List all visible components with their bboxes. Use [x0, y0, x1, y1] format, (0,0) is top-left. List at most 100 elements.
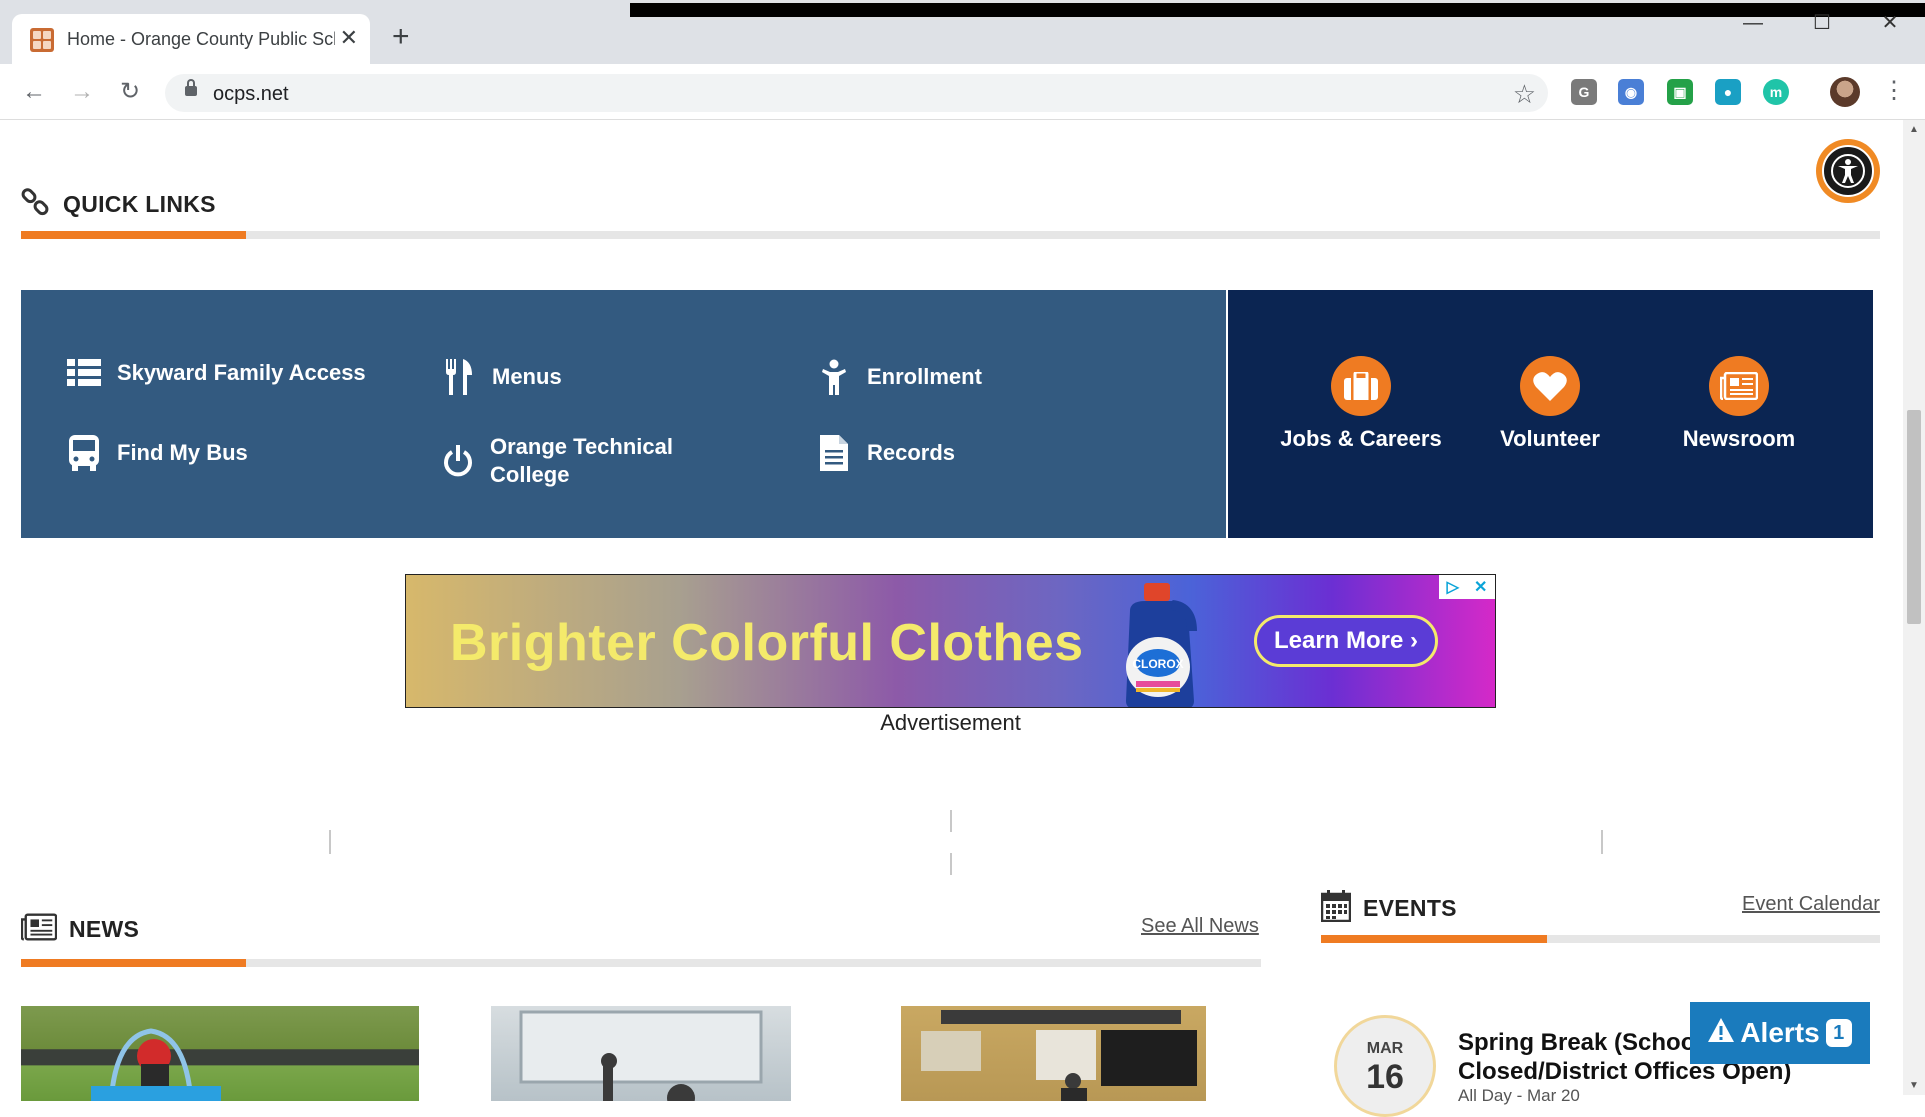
- alerts-button[interactable]: Alerts 1: [1690, 1002, 1870, 1064]
- quick-link-label: Records: [867, 440, 956, 465]
- featured-link-label: Volunteer: [1500, 426, 1600, 451]
- profile-avatar[interactable]: [1830, 77, 1860, 107]
- quick-links-rule: [21, 231, 1880, 239]
- camera-ext-icon[interactable]: ◉: [1618, 79, 1644, 105]
- quick-link-find-my-bus[interactable]: Find My Bus: [67, 435, 248, 471]
- event-date-badge: MAR 16: [1334, 1015, 1436, 1117]
- child-icon: [817, 359, 851, 395]
- chain-link-icon: [21, 187, 51, 222]
- news-card-image[interactable]: [491, 1006, 791, 1101]
- newsroom-link[interactable]: Newsroom: [1654, 356, 1824, 453]
- tab-title: Home - Orange County Public Schools: [67, 29, 335, 49]
- accessibility-icon: [1822, 145, 1874, 197]
- screen-ext-icon[interactable]: ▣: [1667, 79, 1693, 105]
- ext-label: ▣: [1673, 84, 1687, 100]
- heart-icon: [1520, 356, 1580, 416]
- news-rule: [21, 959, 1261, 967]
- maximize-button[interactable]: ☐: [1802, 8, 1842, 38]
- briefcase-icon: [1331, 356, 1391, 416]
- ext-label: ●: [1723, 84, 1733, 100]
- quick-link-label: Find My Bus: [117, 440, 248, 465]
- lock-icon: [185, 79, 197, 96]
- utensils-icon: [442, 359, 476, 395]
- url-text: ocps.net: [213, 83, 289, 105]
- divider: [950, 810, 952, 832]
- newspaper-icon: [1709, 356, 1769, 416]
- warning-icon: [1708, 1017, 1735, 1049]
- ad-label: Advertisement: [880, 710, 1021, 735]
- events-heading: EVENTS: [1320, 890, 1457, 927]
- quick-link-label: Menus: [492, 364, 562, 389]
- close-tab-icon[interactable]: ✕: [340, 25, 358, 51]
- see-all-news-link[interactable]: See All News: [1141, 915, 1259, 938]
- featured-link-label: Newsroom: [1682, 426, 1796, 451]
- section-title: EVENTS: [1363, 895, 1457, 921]
- page-viewport: QUICK LINKS Skyward Family Access Menus …: [0, 120, 1925, 1117]
- scrollbar-thumb[interactable]: [1907, 410, 1921, 624]
- alerts-label: Alerts: [1740, 1017, 1820, 1048]
- mote-ext-icon[interactable]: m: [1763, 79, 1789, 105]
- divider: [1601, 830, 1603, 854]
- divider: [950, 853, 952, 875]
- ocps-favicon-icon: [30, 28, 54, 52]
- ad-banner[interactable]: Brighter Colorful Clothes CLOROX Learn M…: [405, 574, 1496, 708]
- scroll-down-arrow-icon[interactable]: ▼: [1909, 1080, 1919, 1091]
- browser-toolbar: ← → ↻ ocps.net ☆ G ◉ ▣ ● m ⋮: [0, 64, 1925, 120]
- reload-icon[interactable]: ↻: [114, 76, 146, 108]
- bookmark-star-icon[interactable]: ☆: [1513, 79, 1536, 110]
- minimize-button[interactable]: —: [1733, 8, 1773, 38]
- ad-choices-controls[interactable]: ▷ ✕: [1439, 575, 1495, 599]
- bus-icon: [67, 435, 101, 471]
- divider: [329, 830, 331, 854]
- back-arrow-icon[interactable]: ←: [18, 76, 50, 108]
- grammarly-ext-icon[interactable]: G: [1571, 79, 1597, 105]
- document-icon: [817, 435, 851, 471]
- quick-link-skyward[interactable]: Skyward Family Access: [67, 359, 366, 387]
- globe-ext-icon[interactable]: ●: [1715, 79, 1741, 105]
- news-card-image[interactable]: [21, 1006, 419, 1101]
- quick-links-panel: Skyward Family Access Menus Enrollment F…: [21, 290, 1226, 538]
- alerts-count-badge: 1: [1825, 1019, 1852, 1047]
- quick-link-label: Orange Technical College: [490, 434, 673, 487]
- calendar-icon: [1320, 890, 1352, 927]
- event-day: 16: [1366, 1058, 1404, 1096]
- ad-brand-text: CLOROX: [1132, 657, 1183, 671]
- detergent-bottle-image: CLOROX: [1116, 581, 1204, 707]
- newspaper-icon: [20, 913, 58, 946]
- ad-headline: Brighter Colorful Clothes: [450, 614, 1084, 672]
- quick-link-enrollment[interactable]: Enrollment: [817, 359, 982, 395]
- accessibility-button[interactable]: [1816, 139, 1880, 203]
- close-window-button[interactable]: ✕: [1870, 8, 1910, 38]
- power-icon: [442, 445, 474, 477]
- ad-learn-more-button[interactable]: Learn More ›: [1254, 615, 1438, 667]
- address-bar[interactable]: ocps.net ☆: [165, 74, 1548, 112]
- news-card-image[interactable]: [901, 1006, 1206, 1101]
- scroll-up-arrow-icon[interactable]: ▲: [1909, 124, 1919, 135]
- ext-label: m: [1769, 84, 1783, 100]
- quick-link-menus[interactable]: Menus: [442, 359, 562, 395]
- browser-tab[interactable]: Home - Orange County Public Schools ✕: [12, 14, 370, 64]
- volunteer-link[interactable]: Volunteer: [1465, 356, 1635, 453]
- page-scrollbar[interactable]: ▲ ▼: [1903, 120, 1925, 1095]
- ext-label: G: [1578, 84, 1590, 100]
- event-calendar-link[interactable]: Event Calendar: [1742, 893, 1880, 916]
- news-heading: NEWS: [20, 913, 140, 946]
- forward-arrow-icon[interactable]: →: [66, 76, 98, 108]
- browser-menu-icon[interactable]: ⋮: [1882, 75, 1906, 107]
- quick-links-heading: QUICK LINKS: [21, 187, 216, 222]
- quick-link-label: Enrollment: [867, 364, 982, 389]
- new-tab-button[interactable]: +: [392, 22, 410, 52]
- section-title: QUICK LINKS: [63, 191, 216, 217]
- quick-link-label: Skyward Family Access: [117, 360, 366, 385]
- quick-link-orange-technical-college[interactable]: Orange Technical College: [442, 433, 712, 489]
- featured-link-label: Jobs & Careers: [1280, 426, 1442, 451]
- events-rule: [1321, 935, 1880, 943]
- section-title: NEWS: [69, 916, 140, 942]
- ad-close-icon[interactable]: ✕: [1474, 577, 1487, 597]
- ext-label: ◉: [1624, 84, 1638, 100]
- ad-choices-icon[interactable]: ▷: [1447, 577, 1459, 597]
- event-month: MAR: [1366, 1040, 1404, 1057]
- featured-links-panel: Jobs & Careers Volunteer Newsroom: [1228, 290, 1873, 538]
- quick-link-records[interactable]: Records: [817, 435, 955, 471]
- jobs-careers-link[interactable]: Jobs & Careers: [1276, 356, 1446, 453]
